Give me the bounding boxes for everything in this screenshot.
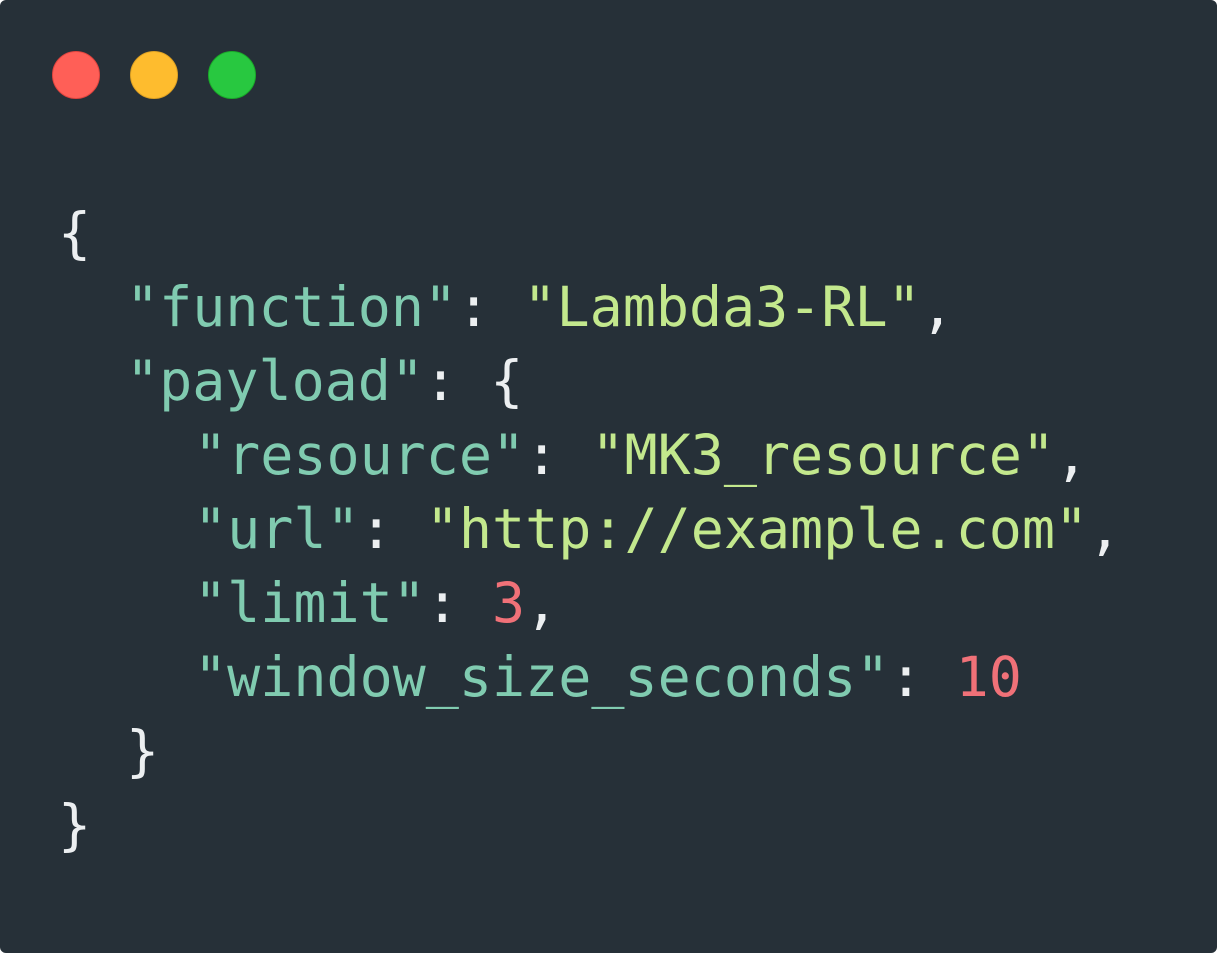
comma: , (525, 571, 559, 635)
function-key: "function" (126, 275, 458, 339)
limit-value: 3 (492, 571, 526, 635)
payload-open-brace: { (490, 349, 524, 413)
minimize-button[interactable] (130, 51, 178, 99)
comma: , (1088, 497, 1122, 561)
comma: , (920, 275, 954, 339)
close-brace: } (58, 793, 92, 857)
code-line-4: "resource": "MK3_resource", (58, 418, 1121, 492)
json-code-block: {"function": "Lambda3-RL", "payload": {"r… (58, 196, 1121, 862)
window-size-key: "window_size_seconds" (194, 645, 890, 709)
limit-key: "limit" (194, 571, 426, 635)
code-line-7: "window_size_seconds": 10 (58, 640, 1121, 714)
payload-close-brace: } (126, 719, 160, 783)
code-line-6: "limit": 3, (58, 566, 1121, 640)
code-window: {"function": "Lambda3-RL", "payload": {"r… (0, 0, 1217, 953)
resource-key: "resource" (194, 423, 526, 487)
code-line-1: { (58, 196, 1121, 270)
comma: , (1054, 423, 1089, 487)
window-size-value: 10 (955, 645, 1022, 709)
code-line-9: } (58, 788, 1121, 862)
window-controls (52, 51, 256, 101)
colon: : (359, 497, 426, 561)
colon: : (425, 571, 493, 635)
function-value: "Lambda3-RL" (523, 275, 921, 339)
colon: : (889, 645, 956, 709)
url-key: "url" (194, 497, 360, 561)
maximize-button[interactable] (208, 51, 256, 99)
colon: : (525, 423, 592, 487)
code-line-3: "payload": { (58, 344, 1121, 418)
colon: : (424, 349, 491, 413)
colon: : (457, 275, 524, 339)
payload-key: "payload" (126, 349, 425, 413)
close-button[interactable] (52, 51, 100, 99)
code-line-2: "function": "Lambda3-RL", (58, 270, 1121, 344)
code-line-8: } (58, 714, 1121, 788)
url-value: "http://example.com" (425, 497, 1089, 561)
open-brace: { (58, 201, 92, 265)
code-line-5: "url": "http://example.com", (58, 492, 1121, 566)
resource-value: "MK3_resource" (591, 423, 1055, 487)
